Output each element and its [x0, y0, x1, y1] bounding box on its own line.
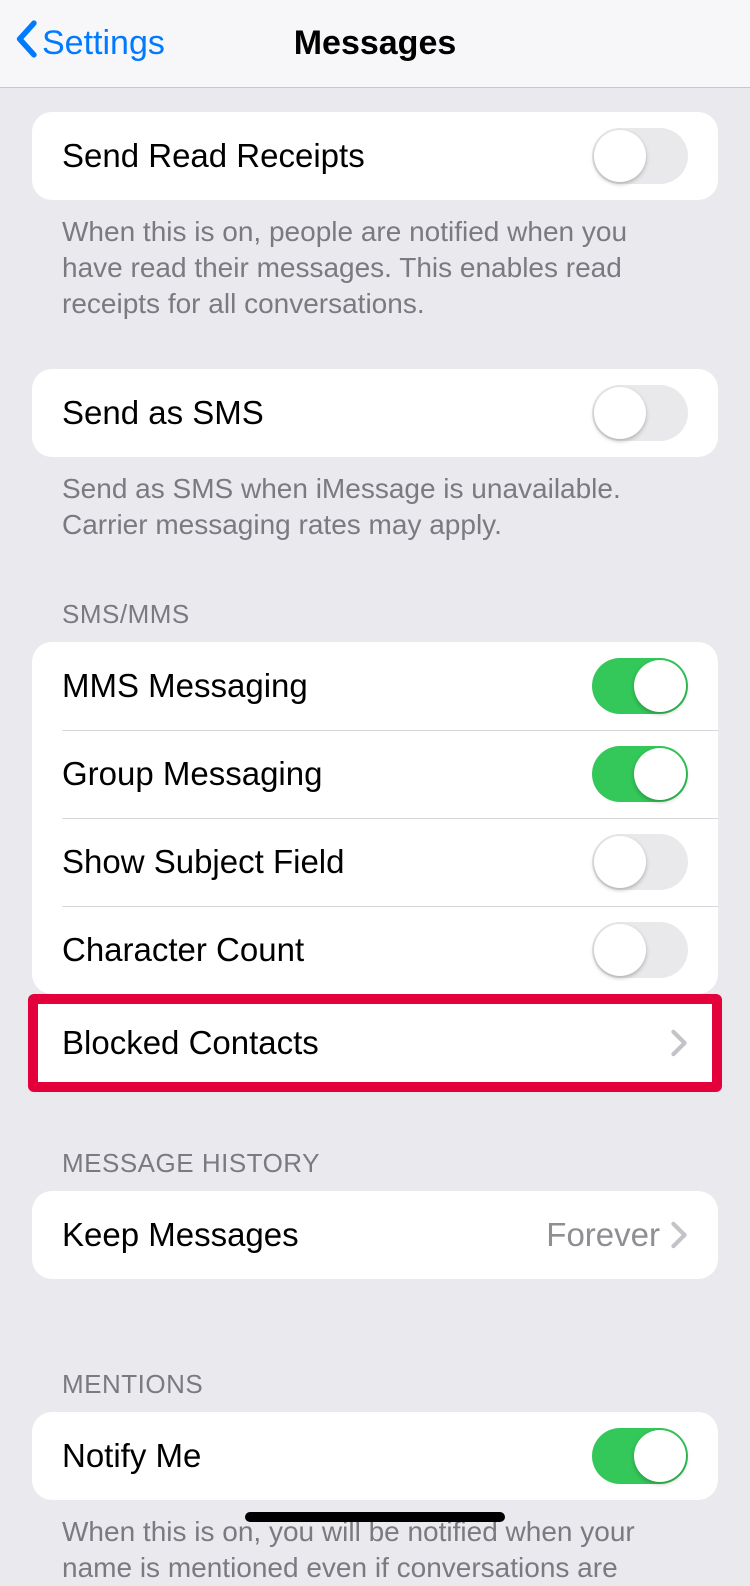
row-label: Group Messaging — [62, 755, 592, 793]
row-send-as-sms[interactable]: Send as SMS — [32, 369, 718, 457]
back-label: Settings — [42, 24, 165, 63]
row-value: Forever — [546, 1216, 660, 1254]
footer-send-as-sms: Send as SMS when iMessage is unavailable… — [32, 457, 718, 543]
toggle-character-count[interactable] — [592, 922, 688, 978]
row-send-read-receipts[interactable]: Send Read Receipts — [32, 112, 718, 200]
row-label: Keep Messages — [62, 1216, 546, 1254]
highlight-blocked-contacts: Blocked Contacts — [28, 994, 722, 1092]
row-keep-messages[interactable]: Keep Messages Forever — [32, 1191, 718, 1279]
toggle-mms-messaging[interactable] — [592, 658, 688, 714]
row-label: Send as SMS — [62, 394, 592, 432]
row-blocked-contacts[interactable]: Blocked Contacts — [38, 1004, 712, 1082]
toggle-group-messaging[interactable] — [592, 746, 688, 802]
row-label: Blocked Contacts — [62, 1024, 670, 1062]
row-character-count[interactable]: Character Count — [32, 906, 718, 994]
toggle-notify-me[interactable] — [592, 1428, 688, 1484]
toggle-send-as-sms[interactable] — [592, 385, 688, 441]
section-header-sms-mms: SMS/MMS — [32, 599, 718, 642]
toggle-show-subject-field[interactable] — [592, 834, 688, 890]
chevron-right-icon — [670, 1221, 688, 1249]
section-header-message-history: MESSAGE HISTORY — [32, 1148, 718, 1191]
home-indicator[interactable] — [245, 1512, 505, 1522]
row-label: Send Read Receipts — [62, 137, 592, 175]
row-group-messaging[interactable]: Group Messaging — [32, 730, 718, 818]
section-header-mentions: MENTIONS — [32, 1369, 718, 1412]
chevron-right-icon — [670, 1029, 688, 1057]
back-button[interactable]: Settings — [0, 20, 165, 67]
navigation-bar: Settings Messages — [0, 0, 750, 88]
row-show-subject-field[interactable]: Show Subject Field — [32, 818, 718, 906]
row-label: Show Subject Field — [62, 843, 592, 881]
chevron-left-icon — [14, 20, 38, 67]
row-label: Character Count — [62, 931, 592, 969]
row-notify-me[interactable]: Notify Me — [32, 1412, 718, 1500]
row-mms-messaging[interactable]: MMS Messaging — [32, 642, 718, 730]
row-label: Notify Me — [62, 1437, 592, 1475]
footer-read-receipts: When this is on, people are notified whe… — [32, 200, 718, 321]
toggle-send-read-receipts[interactable] — [592, 128, 688, 184]
row-label: MMS Messaging — [62, 667, 592, 705]
